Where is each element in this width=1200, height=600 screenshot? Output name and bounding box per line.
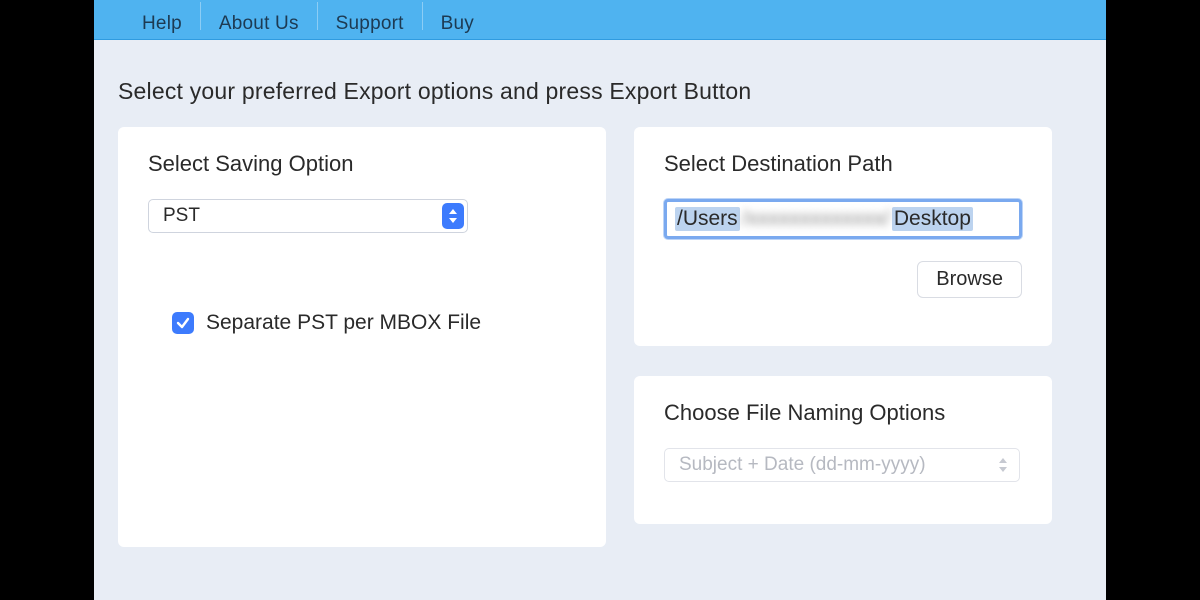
separate-pst-label: Separate PST per MBOX File: [206, 311, 481, 335]
right-column: Select Destination Path /Users/xxxxxxxxx…: [634, 127, 1052, 524]
destination-card: Select Destination Path /Users/xxxxxxxxx…: [634, 127, 1052, 346]
saving-option-card: Select Saving Option PST Separate PST pe…: [118, 127, 606, 547]
app-window: Help About Us Support Buy Select your pr…: [94, 0, 1106, 600]
toolbar-support-label: Support: [336, 13, 404, 35]
toolbar-about-us[interactable]: About Us: [201, 0, 317, 35]
updown-stepper-icon: [994, 455, 1012, 475]
naming-title: Choose File Naming Options: [664, 400, 1022, 426]
toolbar-about-label: About Us: [219, 13, 299, 35]
panels-row: Select Saving Option PST Separate PST pe…: [118, 127, 1086, 547]
path-suffix: Desktop: [892, 207, 973, 231]
naming-value: Subject + Date (dd-mm-yyyy): [664, 448, 1020, 482]
updown-stepper-icon: [442, 203, 464, 229]
saving-option-title: Select Saving Option: [148, 151, 576, 177]
destination-title: Select Destination Path: [664, 151, 1022, 177]
path-prefix: /Users: [675, 207, 740, 231]
left-column: Select Saving Option PST Separate PST pe…: [118, 127, 606, 547]
content-area: Select your preferred Export options and…: [94, 40, 1106, 567]
toolbar-support[interactable]: Support: [318, 0, 422, 35]
separate-pst-checkbox[interactable]: [172, 312, 194, 334]
path-obscured: /xxxxxxxxxxxxx/: [742, 207, 890, 231]
saving-format-select[interactable]: PST: [148, 199, 468, 233]
saving-format-value: PST: [148, 199, 468, 233]
toolbar-buy-label: Buy: [441, 13, 474, 35]
browse-row: Browse: [664, 261, 1022, 298]
separate-pst-row: Separate PST per MBOX File: [172, 311, 576, 335]
toolbar-help-label: Help: [142, 13, 182, 35]
toolbar-buy[interactable]: Buy: [423, 0, 492, 35]
check-icon: [176, 316, 190, 330]
destination-path-input[interactable]: /Users/xxxxxxxxxxxxx/Desktop: [664, 199, 1022, 239]
browse-button[interactable]: Browse: [917, 261, 1022, 298]
toolbar-help[interactable]: Help: [124, 0, 200, 35]
page-heading: Select your preferred Export options and…: [118, 78, 1086, 105]
naming-card: Choose File Naming Options Subject + Dat…: [634, 376, 1052, 524]
naming-select[interactable]: Subject + Date (dd-mm-yyyy): [664, 448, 1020, 482]
toolbar: Help About Us Support Buy: [94, 0, 1106, 40]
